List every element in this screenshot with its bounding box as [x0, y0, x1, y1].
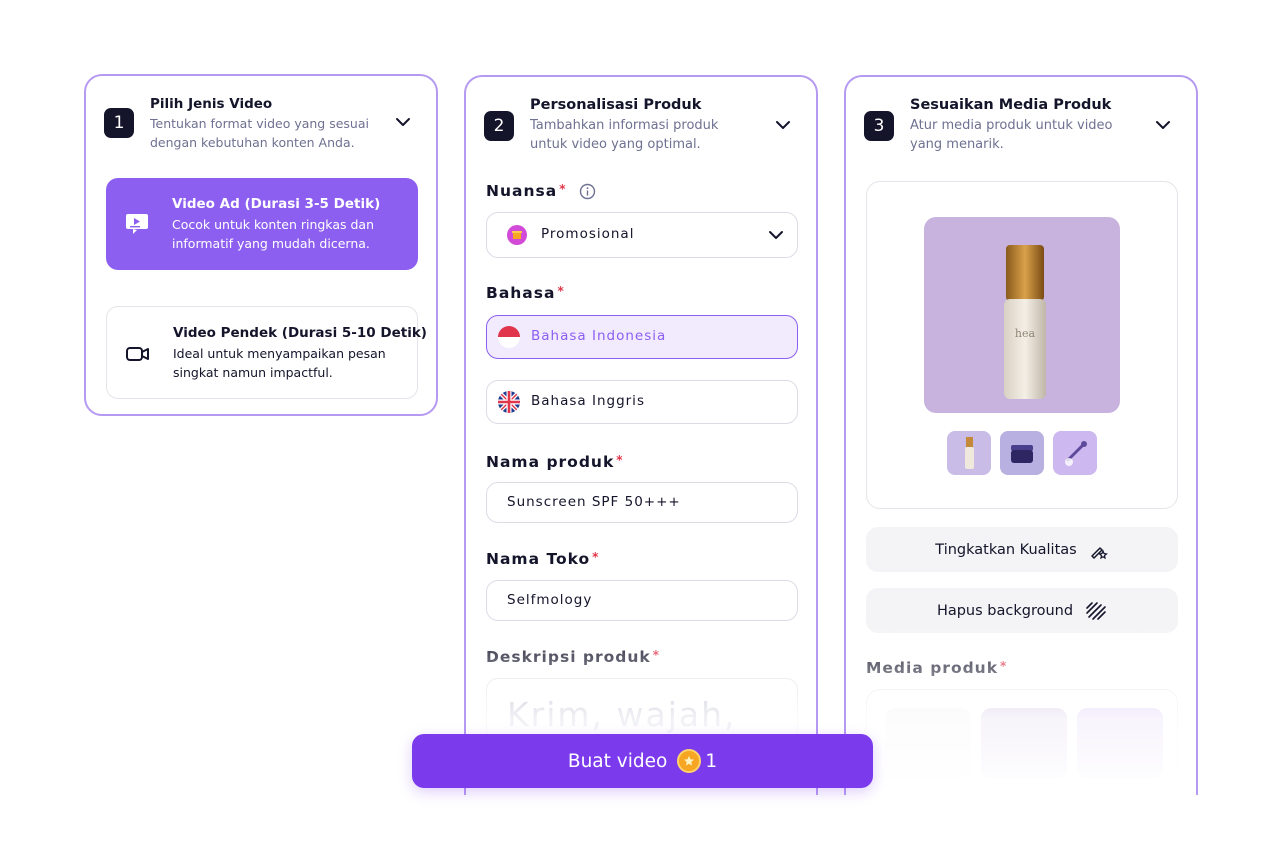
chevron-down-icon	[769, 231, 783, 239]
option-video-pendek[interactable]: Video Pendek (Durasi 5-10 Detik) Ideal u…	[106, 306, 427, 399]
remove-bg-icon	[1086, 601, 1106, 620]
step-1-number: 1	[104, 108, 134, 138]
step-2-title: Personalisasi Produk	[530, 97, 702, 113]
coin-icon	[677, 749, 702, 773]
nama-produk-value: Sunscreen SPF 50+++	[507, 494, 681, 510]
create-video-button[interactable]: Buat video 1	[412, 734, 873, 788]
enhance-quality-label: Tingkatkan Kualitas	[935, 541, 1077, 558]
product-main-image: hea	[924, 217, 1120, 413]
svg-text:hea: hea	[1015, 327, 1036, 340]
option-video-ad-title: Video Ad (Durasi 3-5 Detik)	[172, 196, 381, 212]
step-3-subtitle: Atur media produk untuk video yang menar…	[910, 118, 1113, 152]
option-video-ad-description: Cocok untuk konten ringkas dan informati…	[172, 217, 374, 251]
step-2-number: 2	[484, 111, 514, 141]
media-produk-label: Media produk *	[866, 659, 1008, 677]
option-video-pendek-title: Video Pendek (Durasi 5-10 Detik)	[173, 325, 427, 341]
media-grid	[866, 689, 1178, 795]
language-option-inggris[interactable]: Bahasa Inggris	[486, 380, 798, 424]
create-video-label: Buat video	[567, 750, 668, 772]
video-ad-icon	[126, 214, 148, 234]
product-thumbnail[interactable]	[947, 431, 991, 475]
nama-toko-input[interactable]: Selfmology	[486, 580, 798, 621]
video-camera-icon	[126, 347, 149, 361]
bahasa-label: Bahasa *	[486, 284, 565, 302]
nuansa-select[interactable]: Promosional	[486, 212, 798, 258]
step-3-number: 3	[864, 111, 894, 141]
chevron-down-icon[interactable]	[394, 113, 412, 131]
step-3-panel: 3 Sesuaikan Media Produk Atur media prod…	[844, 75, 1198, 795]
media-tile[interactable]	[885, 708, 971, 778]
indonesia-flag-icon	[498, 326, 520, 348]
language-option-indonesia[interactable]: Bahasa Indonesia	[486, 315, 798, 359]
language-inggris-label: Bahasa Inggris	[531, 393, 645, 409]
remove-background-label: Hapus background	[936, 602, 1074, 619]
chevron-down-icon[interactable]	[774, 116, 792, 134]
product-thumbnail[interactable]	[1053, 431, 1097, 475]
nama-toko-value: Selfmology	[507, 592, 593, 608]
remove-background-button[interactable]: Hapus background	[866, 588, 1178, 633]
step-3-title: Sesuaikan Media Produk	[910, 97, 1112, 113]
nuansa-value: Promosional	[541, 226, 635, 242]
magic-wand-icon	[1090, 546, 1108, 559]
step-1-subtitle: Tentukan format video yang sesuai dengan…	[150, 116, 369, 150]
option-video-ad[interactable]: Video Ad (Durasi 3-5 Detik) Cocok untuk …	[106, 178, 418, 270]
chevron-down-icon[interactable]	[1154, 116, 1172, 134]
deskripsi-label: Deskripsi produk *	[486, 648, 661, 666]
product-thumbnail[interactable]	[1000, 431, 1044, 475]
step-2-panel: 2 Personalisasi Produk Tambahkan informa…	[464, 75, 818, 795]
step-1-title: Pilih Jenis Video	[150, 96, 273, 112]
deskripsi-placeholder: Krim, wajah,	[507, 695, 737, 734]
language-indonesia-label: Bahasa Indonesia	[531, 328, 667, 344]
enhance-quality-button[interactable]: Tingkatkan Kualitas	[866, 527, 1178, 572]
step-2-subtitle: Tambahkan informasi produk untuk video y…	[530, 118, 719, 152]
step-1-panel: 1 Pilih Jenis Video Tentukan format vide…	[84, 74, 438, 416]
media-tile[interactable]	[1077, 708, 1163, 778]
media-preview-box: hea	[866, 181, 1178, 509]
credit-count: 1	[705, 750, 718, 772]
nama-produk-input[interactable]: Sunscreen SPF 50+++	[486, 482, 798, 523]
nama-toko-label: Nama Toko *	[486, 550, 600, 568]
media-tile[interactable]	[981, 708, 1067, 778]
promo-icon	[507, 225, 527, 245]
uk-flag-icon	[498, 391, 520, 413]
nama-produk-label: Nama produk *	[486, 453, 624, 471]
info-icon[interactable]	[579, 183, 596, 200]
nuansa-label: Nuansa *	[486, 182, 596, 200]
option-video-pendek-description: Ideal untuk menyampaikan pesan singkat n…	[173, 346, 386, 380]
